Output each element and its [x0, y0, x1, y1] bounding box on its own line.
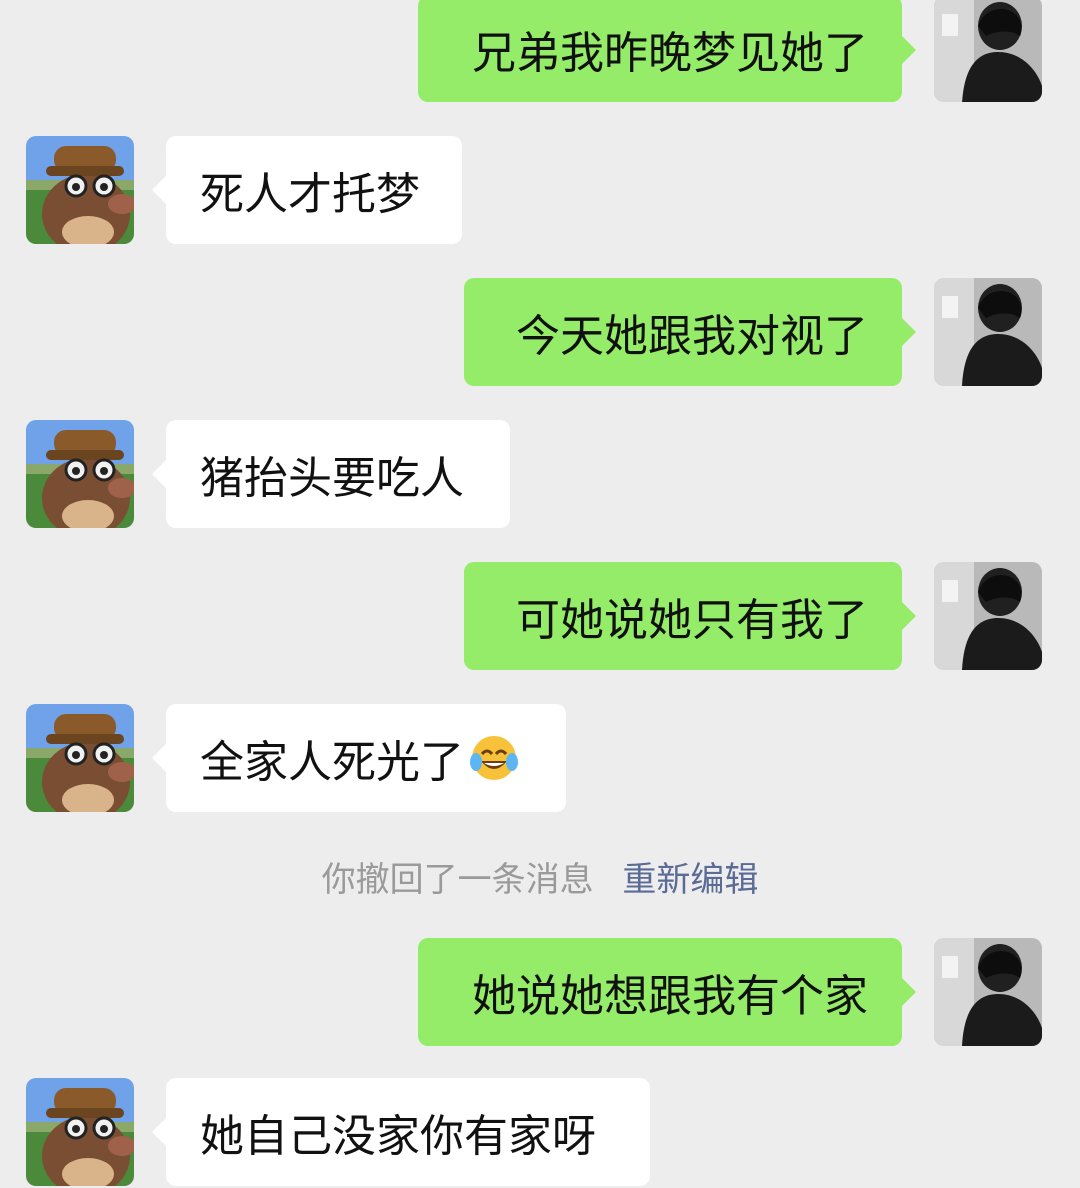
- message-row-incoming: 全家人死光了: [0, 704, 1080, 814]
- message-text: 今天她跟我对视了: [516, 311, 868, 362]
- user-avatar[interactable]: [934, 562, 1042, 670]
- message-text: 死人才托梦: [200, 169, 420, 220]
- message-text: 猪抬头要吃人: [200, 453, 464, 504]
- message-row-outgoing: 可她说她只有我了: [0, 562, 1080, 672]
- message-text: 她自己没家你有家呀: [200, 1111, 596, 1162]
- message-bubble-incoming[interactable]: 死人才托梦: [152, 136, 462, 244]
- message-row-incoming: 她自己没家你有家呀: [0, 1078, 1080, 1188]
- tears-of-joy-emoji-icon: [470, 736, 518, 780]
- cartoon-bear-avatar-icon: [26, 704, 134, 812]
- message-text: 兄弟我昨晚梦见她了: [472, 28, 868, 79]
- user-avatar[interactable]: [934, 938, 1042, 1046]
- contact-avatar[interactable]: [26, 1078, 134, 1186]
- contact-avatar[interactable]: [26, 704, 134, 812]
- cartoon-bear-avatar-icon: [26, 420, 134, 528]
- message-row-incoming: 猪抬头要吃人: [0, 420, 1080, 530]
- message-text: 可她说她只有我了: [516, 595, 868, 646]
- person-photo-avatar-icon: [934, 938, 1042, 1046]
- person-photo-avatar-icon: [934, 562, 1042, 670]
- message-bubble-outgoing[interactable]: 今天她跟我对视了: [464, 278, 916, 386]
- message-bubble-incoming[interactable]: 猪抬头要吃人: [152, 420, 510, 528]
- contact-avatar[interactable]: [26, 420, 134, 528]
- message-bubble-incoming[interactable]: 全家人死光了: [152, 704, 566, 812]
- message-row-incoming: 死人才托梦: [0, 136, 1080, 246]
- re-edit-link[interactable]: 重新编辑: [622, 860, 758, 900]
- recalled-message-notice: 你撤回了一条消息 重新编辑: [0, 852, 1080, 901]
- contact-avatar[interactable]: [26, 136, 134, 244]
- person-photo-avatar-icon: [934, 0, 1042, 102]
- cartoon-bear-avatar-icon: [26, 1078, 134, 1186]
- message-bubble-incoming[interactable]: 她自己没家你有家呀: [152, 1078, 650, 1186]
- message-bubble-outgoing[interactable]: 她说她想跟我有个家: [418, 938, 916, 1046]
- message-row-outgoing: 兄弟我昨晚梦见她了: [0, 0, 1080, 110]
- message-row-outgoing: 她说她想跟我有个家: [0, 938, 1080, 1048]
- message-row-outgoing: 今天她跟我对视了: [0, 278, 1080, 388]
- message-bubble-outgoing[interactable]: 兄弟我昨晚梦见她了: [418, 0, 916, 102]
- message-bubble-outgoing[interactable]: 可她说她只有我了: [464, 562, 916, 670]
- recalled-notice-text: 你撤回了一条消息: [321, 860, 594, 900]
- message-text: 她说她想跟我有个家: [472, 971, 868, 1022]
- chat-window: 兄弟我昨晚梦见她了 死人才托梦 今天她跟我对视了 猪抬头要吃人 可她说她只有我了…: [0, 0, 1080, 1186]
- user-avatar[interactable]: [934, 0, 1042, 102]
- cartoon-bear-avatar-icon: [26, 136, 134, 244]
- message-text: 全家人死光了: [200, 737, 464, 788]
- person-photo-avatar-icon: [934, 278, 1042, 386]
- user-avatar[interactable]: [934, 278, 1042, 386]
